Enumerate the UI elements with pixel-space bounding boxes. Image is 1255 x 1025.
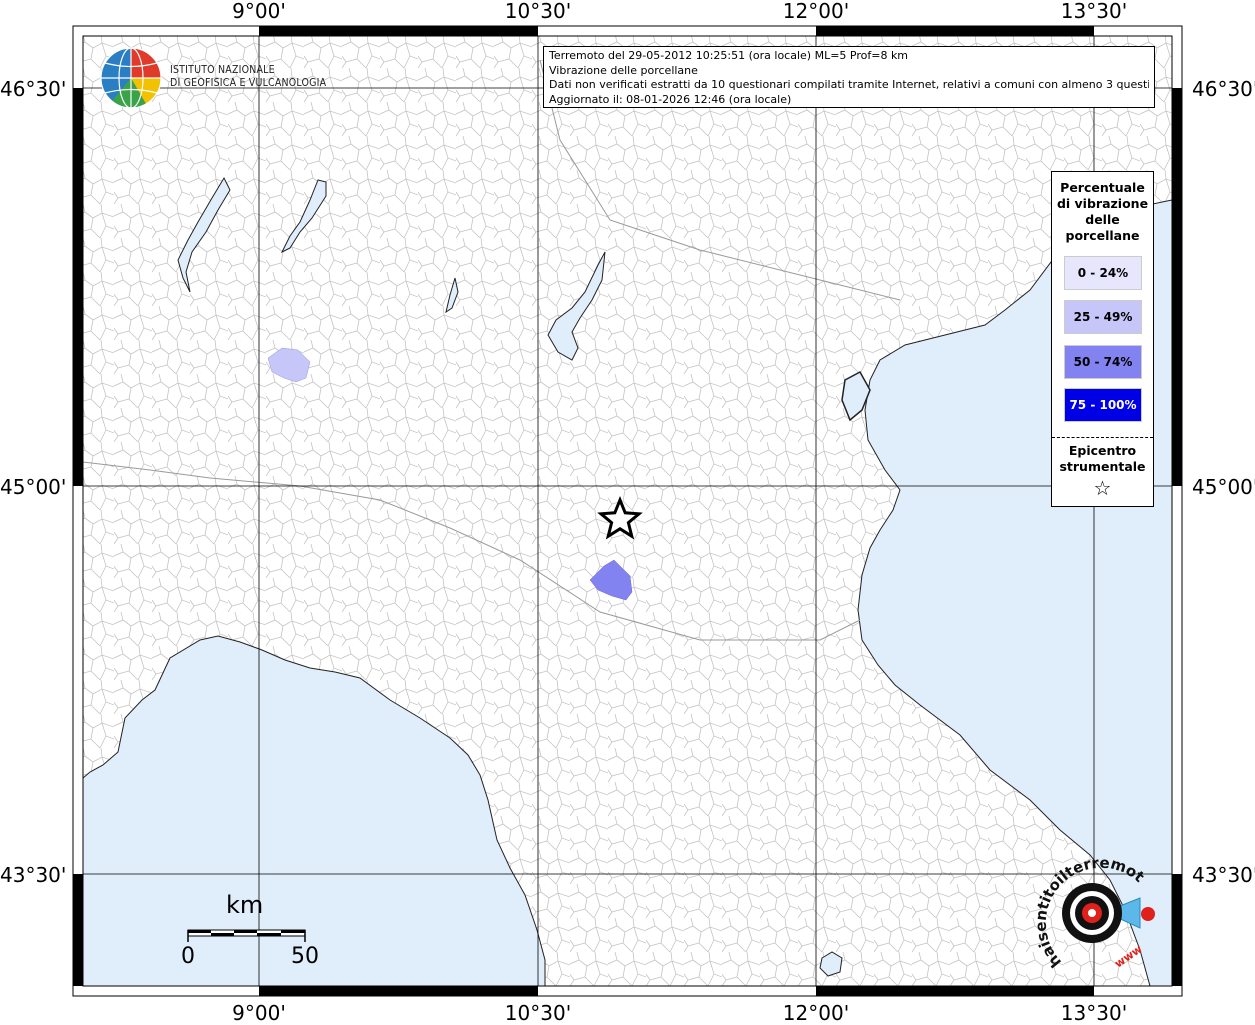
lat-label-right: 45°00' xyxy=(1192,475,1255,499)
event-info-line: Terremoto del 29-05-2012 10:25:51 (ora l… xyxy=(549,49,909,62)
event-info-line: Aggiornato il: 08-01-2026 12:46 (ora loc… xyxy=(549,92,792,106)
ingv-logo-text: ISTITUTO NAZIONALE DI GEOFISICA E VULCAN… xyxy=(170,64,326,90)
legend-star-icon: ☆ xyxy=(1093,476,1112,500)
lon-label-top: 12°00' xyxy=(782,0,850,23)
lat-label-left: 46°30' xyxy=(0,77,67,101)
scale-max-label: 50 xyxy=(291,944,319,969)
event-info-line: Dati non verificati estratti da 10 quest… xyxy=(549,78,1149,91)
lat-label-left: 43°30' xyxy=(0,863,67,887)
lat-label-right: 46°30' xyxy=(1192,77,1255,101)
lat-label-left: 45°00' xyxy=(0,475,67,499)
legend-class-swatch: 75 - 100% xyxy=(1064,388,1142,422)
event-info-box: Terremoto del 29-05-2012 10:25:51 (ora l… xyxy=(543,46,1155,108)
legend-divider xyxy=(1052,437,1153,438)
ingv-logo-line1: ISTITUTO NAZIONALE xyxy=(170,64,275,76)
legend-class-swatch: 0 - 24% xyxy=(1064,256,1142,290)
lon-label-bottom: 9°00' xyxy=(232,1001,286,1025)
lon-label-top: 10°30' xyxy=(504,0,572,23)
lon-label-top: 13°30' xyxy=(1060,0,1128,23)
scale-min-label: 0 xyxy=(181,944,195,969)
lon-label-top: 9°00' xyxy=(232,0,286,23)
lon-label-bottom: 13°30' xyxy=(1060,1001,1128,1025)
lon-label-bottom: 12°00' xyxy=(782,1001,850,1025)
ingv-logo-line2: DI GEOFISICA E VULCANOLOGIA xyxy=(170,77,327,89)
legend-class-swatch: 50 - 74% xyxy=(1064,345,1142,379)
legend-epicenter-label: Epicentro strumentale xyxy=(1059,443,1146,474)
event-info-line: Vibrazione delle porcellane xyxy=(549,63,698,77)
ingv-globe-icon xyxy=(100,47,162,109)
legend: Percentuale di vibrazione delle porcella… xyxy=(1051,171,1154,507)
lat-label-right: 43°30' xyxy=(1192,863,1255,887)
legend-title: Percentuale di vibrazione delle porcella… xyxy=(1056,180,1149,243)
legend-class-swatch: 25 - 49% xyxy=(1064,300,1142,334)
lon-label-bottom: 10°30' xyxy=(504,1001,572,1025)
scale-unit-label: km xyxy=(226,891,264,919)
map-canvas: haisentitoilterremoto.it www xyxy=(0,0,1183,997)
